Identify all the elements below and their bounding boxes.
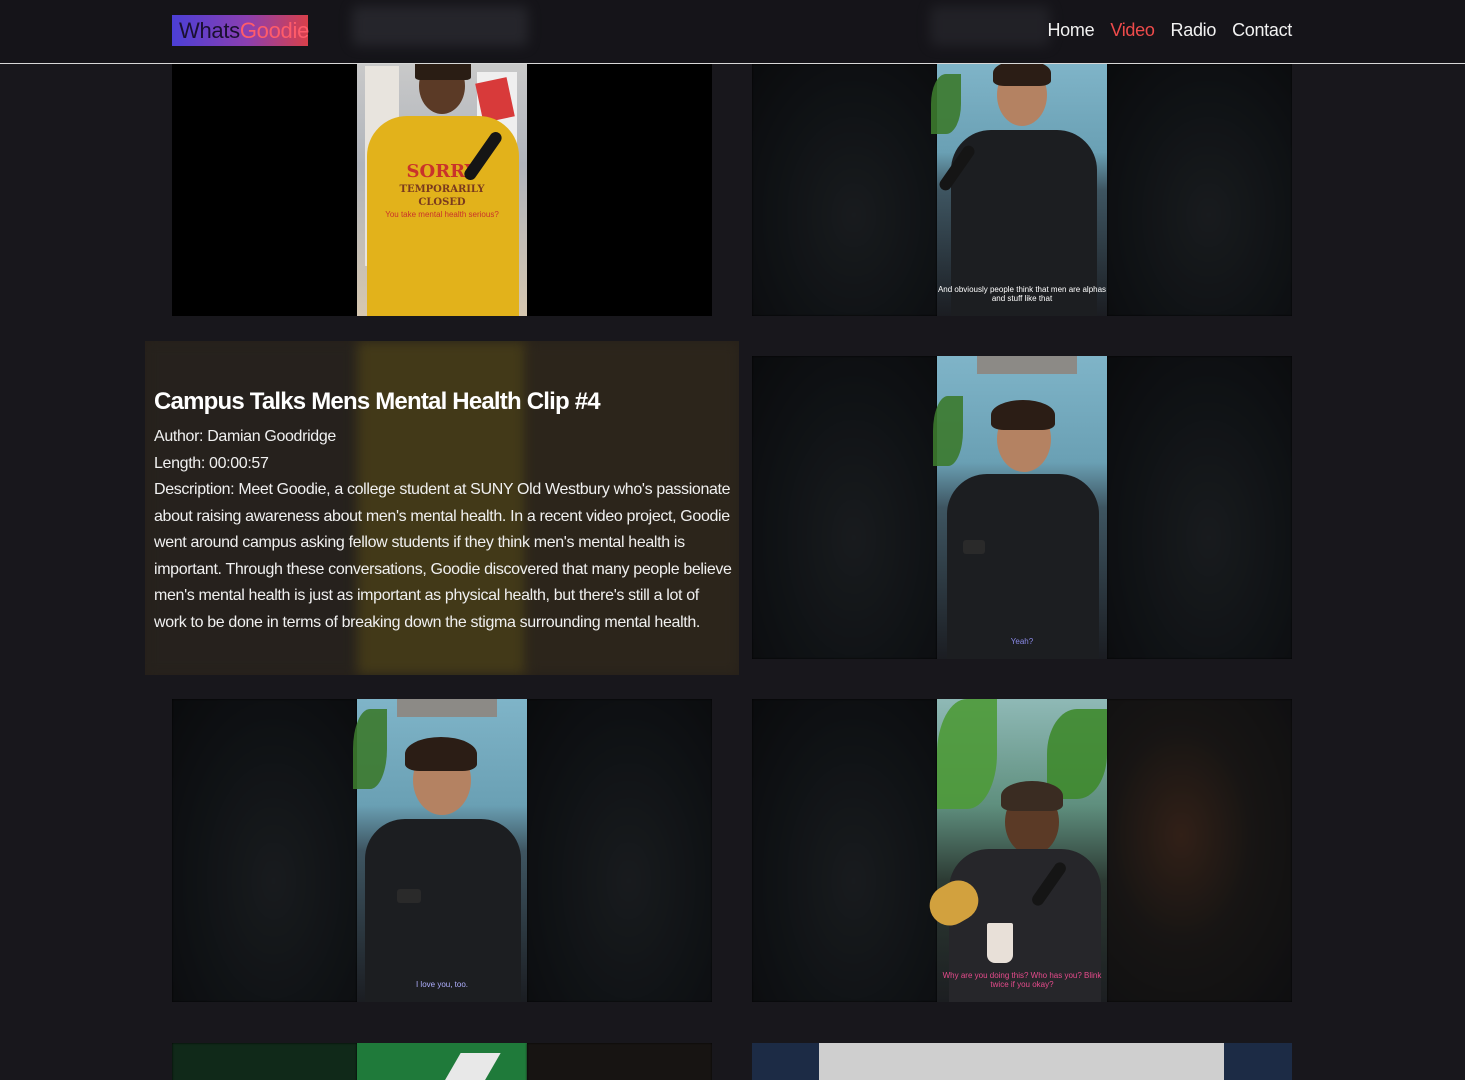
video-description: Description: Meet Goodie, a college stud… <box>154 481 732 631</box>
nav-video[interactable]: Video <box>1110 20 1155 41</box>
video-frame: And obviously people think that men are … <box>931 64 1107 316</box>
nav-radio[interactable]: Radio <box>1171 20 1217 41</box>
main-nav: Home Video Radio Contact <box>1047 20 1292 41</box>
video-caption: Why are you doing this? Who has you? Bli… <box>942 971 1102 989</box>
video-tile-partial[interactable] <box>752 1043 1292 1080</box>
video-caption: And obviously people think that men are … <box>937 285 1107 303</box>
video-title: Campus Talks Mens Mental Health Clip #4 <box>154 388 601 415</box>
video-author: Author: Damian Goodridge <box>154 428 336 445</box>
site-header: WhatsGoodie Home Video Radio Contact <box>0 0 1465 64</box>
video-frame: I love you, too. <box>353 699 527 1002</box>
video-tile-clip-2[interactable]: And obviously people think that men are … <box>752 64 1292 316</box>
video-tile-clip-1[interactable]: SORRY TEMPORARILY CLOSED You take mental… <box>172 64 712 316</box>
video-frame: Why are you doing this? Who has you? Bli… <box>922 699 1107 1002</box>
blurred-backdrop <box>930 6 1050 46</box>
shirt-text-question: You take mental health serious? <box>385 210 499 219</box>
blurred-backdrop <box>352 6 528 46</box>
shirt-text-closed: CLOSED <box>418 197 466 208</box>
shirt-text-temporarily: TEMPORARILY <box>399 184 485 195</box>
video-tile-clip-3[interactable]: Yeah? <box>752 356 1292 659</box>
video-frame: Yeah? <box>933 356 1107 659</box>
nav-home[interactable]: Home <box>1047 20 1094 41</box>
video-length: Length: 00:00:57 <box>154 454 269 472</box>
nav-contact[interactable]: Contact <box>1232 20 1292 41</box>
site-logo[interactable]: WhatsGoodie <box>172 15 310 46</box>
video-frame: SORRY TEMPORARILY CLOSED You take mental… <box>357 64 527 316</box>
featured-video-details: Campus Talks Mens Mental Health Clip #4 … <box>154 387 734 636</box>
video-caption: Yeah? <box>1010 637 1034 646</box>
video-tile-partial[interactable] <box>172 1043 712 1080</box>
video-tile-clip-4[interactable]: I love you, too. <box>172 699 712 1002</box>
video-caption: I love you, too. <box>415 980 469 989</box>
video-tile-clip-5[interactable]: Why are you doing this? Who has you? Bli… <box>752 699 1292 1002</box>
logo-text-whats: Whats <box>179 18 240 43</box>
shirt-text-sorry: SORRY <box>406 161 478 182</box>
featured-video-info[interactable]: Campus Talks Mens Mental Health Clip #4 … <box>145 341 739 675</box>
logo-text-goodie: Goodie <box>239 18 310 43</box>
